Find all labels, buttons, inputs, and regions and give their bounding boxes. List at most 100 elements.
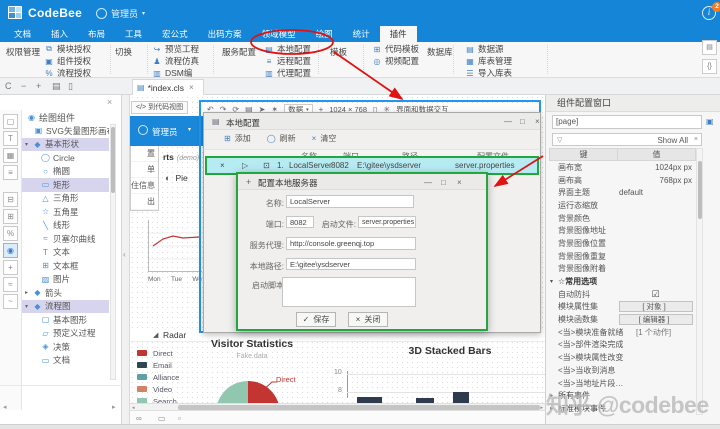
property-row[interactable]: <当>模块属性改变 <box>549 351 696 364</box>
tree-item[interactable]: ▾ ◆ 流程图 <box>22 300 109 314</box>
ribbon-tab[interactable]: 文档 <box>4 26 41 42</box>
expand-icon[interactable]: ⊡ <box>263 161 270 170</box>
close-panel-icon[interactable]: × <box>107 97 112 107</box>
minimize-icon[interactable]: — <box>504 117 512 126</box>
user-menu[interactable]: 管理员 ▾ <box>96 7 145 20</box>
design-canvas[interactable]: </> 到代码视图 管理员 ▾ 置单住信息出 rts(demo) ◐ Pie M… <box>130 95 545 429</box>
tree-scrollbar[interactable] <box>110 124 116 380</box>
ribbon-tab[interactable]: 插件 <box>380 26 417 42</box>
maximize-icon[interactable]: □ <box>520 117 525 126</box>
ribbon-item[interactable]: ▣组件授权 <box>44 55 91 67</box>
property-value[interactable]: ☑ <box>619 289 696 300</box>
toolbar-button[interactable]: ×清空 <box>312 133 337 144</box>
ribbon-tab[interactable]: 统计 <box>343 26 380 42</box>
property-scrollbar[interactable] <box>696 148 703 415</box>
move-icon[interactable]: + <box>246 177 251 187</box>
collapse-handle-icon[interactable]: ‹ <box>123 250 126 259</box>
property-row[interactable]: 画布高 768px px <box>549 174 696 187</box>
category-tool-icon[interactable]: ▢ <box>3 114 18 129</box>
ribbon-item[interactable]: ↪预览工程 <box>152 43 199 55</box>
scroll-left-icon[interactable]: ◂ <box>3 403 7 411</box>
ribbon-tab[interactable]: 工具 <box>115 26 152 42</box>
panel-splitter[interactable]: ‹ <box>122 95 130 429</box>
category-tool-icon[interactable]: ◉ <box>3 243 18 258</box>
tree-item[interactable]: ▱ 预定义过程 <box>22 327 109 341</box>
port-field[interactable]: 8082 <box>286 216 314 228</box>
ribbon-item-template[interactable]: 模板 <box>330 46 347 58</box>
legend-item[interactable]: Email <box>137 359 179 371</box>
property-row[interactable]: 运行态缩放 <box>549 199 696 212</box>
tree-item[interactable]: ≈ 贝塞尔曲线 <box>22 232 109 246</box>
category-tool-icon[interactable]: + <box>3 260 18 275</box>
property-value[interactable]: 768px px <box>619 176 696 185</box>
ribbon-item[interactable]: ◎视频配置 <box>372 55 419 67</box>
property-row[interactable]: <当>当收到消息 <box>549 364 696 377</box>
legend-item[interactable]: Direct <box>137 347 179 359</box>
scrollbar-thumb[interactable] <box>178 405 540 410</box>
legend-item[interactable]: Video <box>137 383 179 395</box>
property-value[interactable]: [1 个动作] <box>636 327 696 338</box>
property-row[interactable]: 背景颜色 <box>549 212 696 225</box>
tree-item[interactable]: ╲ 线形 <box>22 219 109 233</box>
tree-expander-icon[interactable]: ▸ <box>25 289 32 296</box>
filter-value[interactable]: Show All <box>657 136 688 145</box>
scroll-right-icon[interactable]: ▸ <box>112 403 116 411</box>
property-row[interactable]: 模块属性集 [ 对象 ] <box>549 301 696 314</box>
category-tool-icon[interactable]: T <box>3 131 18 146</box>
minimize-icon[interactable]: — <box>424 178 432 187</box>
folder-icon[interactable]: ▤ <box>52 81 61 92</box>
tree-item[interactable]: ⊞ 文本框 <box>22 259 109 273</box>
tree-item[interactable]: ▭ 文档 <box>22 354 109 368</box>
link-icon[interactable]: ∞ <box>136 414 142 423</box>
document-tab[interactable]: ▤ *index.cls × <box>132 79 204 95</box>
tree-item[interactable]: T 文本 <box>22 246 109 260</box>
square-icon[interactable]: ▫ <box>178 414 181 423</box>
tree-expander-icon[interactable]: ▾ <box>25 303 32 310</box>
collapse-triangle-icon[interactable]: ◢ <box>153 331 158 339</box>
dialog-title-bar[interactable]: + 配置本地服务器 — □ × <box>238 174 486 190</box>
delete-icon[interactable]: × <box>220 161 225 170</box>
save-button[interactable]: ✓保存 <box>296 312 336 327</box>
ribbon-tab[interactable]: 宏公式 <box>152 26 198 42</box>
maximize-icon[interactable]: □ <box>441 178 446 187</box>
panel-toggle-button[interactable]: ▤ <box>702 40 717 55</box>
property-row[interactable]: 背景图像重复 <box>549 250 696 263</box>
category-tool-icon[interactable]: ≈ <box>3 277 18 292</box>
category-tool-icon[interactable]: ⊞ <box>3 209 18 224</box>
property-row[interactable]: 自动防抖 ☑ <box>549 288 696 301</box>
ribbon-item[interactable]: ▤本地配置 <box>264 43 311 55</box>
category-tool-icon[interactable]: ≡ <box>3 165 18 180</box>
name-field[interactable]: LocalServer <box>286 195 414 208</box>
ribbon-item[interactable]: ▦库表管理 <box>465 55 512 67</box>
tree-item[interactable]: ▭ 矩形 <box>22 178 109 192</box>
start-icon[interactable]: ▷ <box>242 161 248 170</box>
tree-item[interactable]: ○ 椭圆 <box>22 165 109 179</box>
code-toggle-button[interactable]: {} <box>702 59 717 74</box>
tree-item[interactable]: ◈ 决策 <box>22 340 109 354</box>
property-filter[interactable]: ▽ Show All × <box>552 133 702 146</box>
ribbon-item-service-config[interactable]: 服务配置 <box>222 46 256 58</box>
property-row[interactable]: 界面主题 default <box>549 186 696 199</box>
component-selector-input[interactable]: [page] <box>552 115 702 129</box>
local-path-field[interactable]: E:\gitee\ysdserver <box>286 258 416 270</box>
ribbon-item[interactable]: ♟流程仿真 <box>152 55 199 67</box>
property-value[interactable]: [ 编辑器 ] <box>619 314 693 325</box>
ribbon-item[interactable]: ⊞代码模板 <box>372 43 419 55</box>
ribbon-tab[interactable]: 绘图 <box>306 26 343 42</box>
close-button[interactable]: ×关闭 <box>348 312 388 327</box>
category-tool-icon[interactable]: ~ <box>3 294 18 309</box>
new-file-icon[interactable]: ▯ <box>68 81 73 92</box>
dialog-title-bar[interactable]: ▤ 本地配置 — □ × <box>204 113 540 130</box>
tree-item[interactable]: ▢ 基本图形 <box>22 313 109 327</box>
property-row[interactable]: 背景图像附着 <box>549 263 696 276</box>
property-row[interactable]: ▾ ☆常用选项 <box>549 275 696 288</box>
startup-script-textarea[interactable] <box>282 277 416 307</box>
category-tool-icon[interactable]: % <box>3 226 18 241</box>
tree-item[interactable]: ▾ ◆ 基本形状 <box>22 138 109 152</box>
tree-item[interactable]: ☆ 五角星 <box>22 205 109 219</box>
property-row[interactable]: 模块函数集 [ 编辑器 ] <box>549 313 696 326</box>
zoom-out-icon[interactable]: − <box>21 81 26 91</box>
toolbar-button[interactable]: ⊞添加 <box>224 133 251 144</box>
horizontal-scrollbar[interactable]: ◂ ▸ <box>130 403 545 411</box>
category-tool-icon[interactable]: ⊟ <box>3 192 18 207</box>
